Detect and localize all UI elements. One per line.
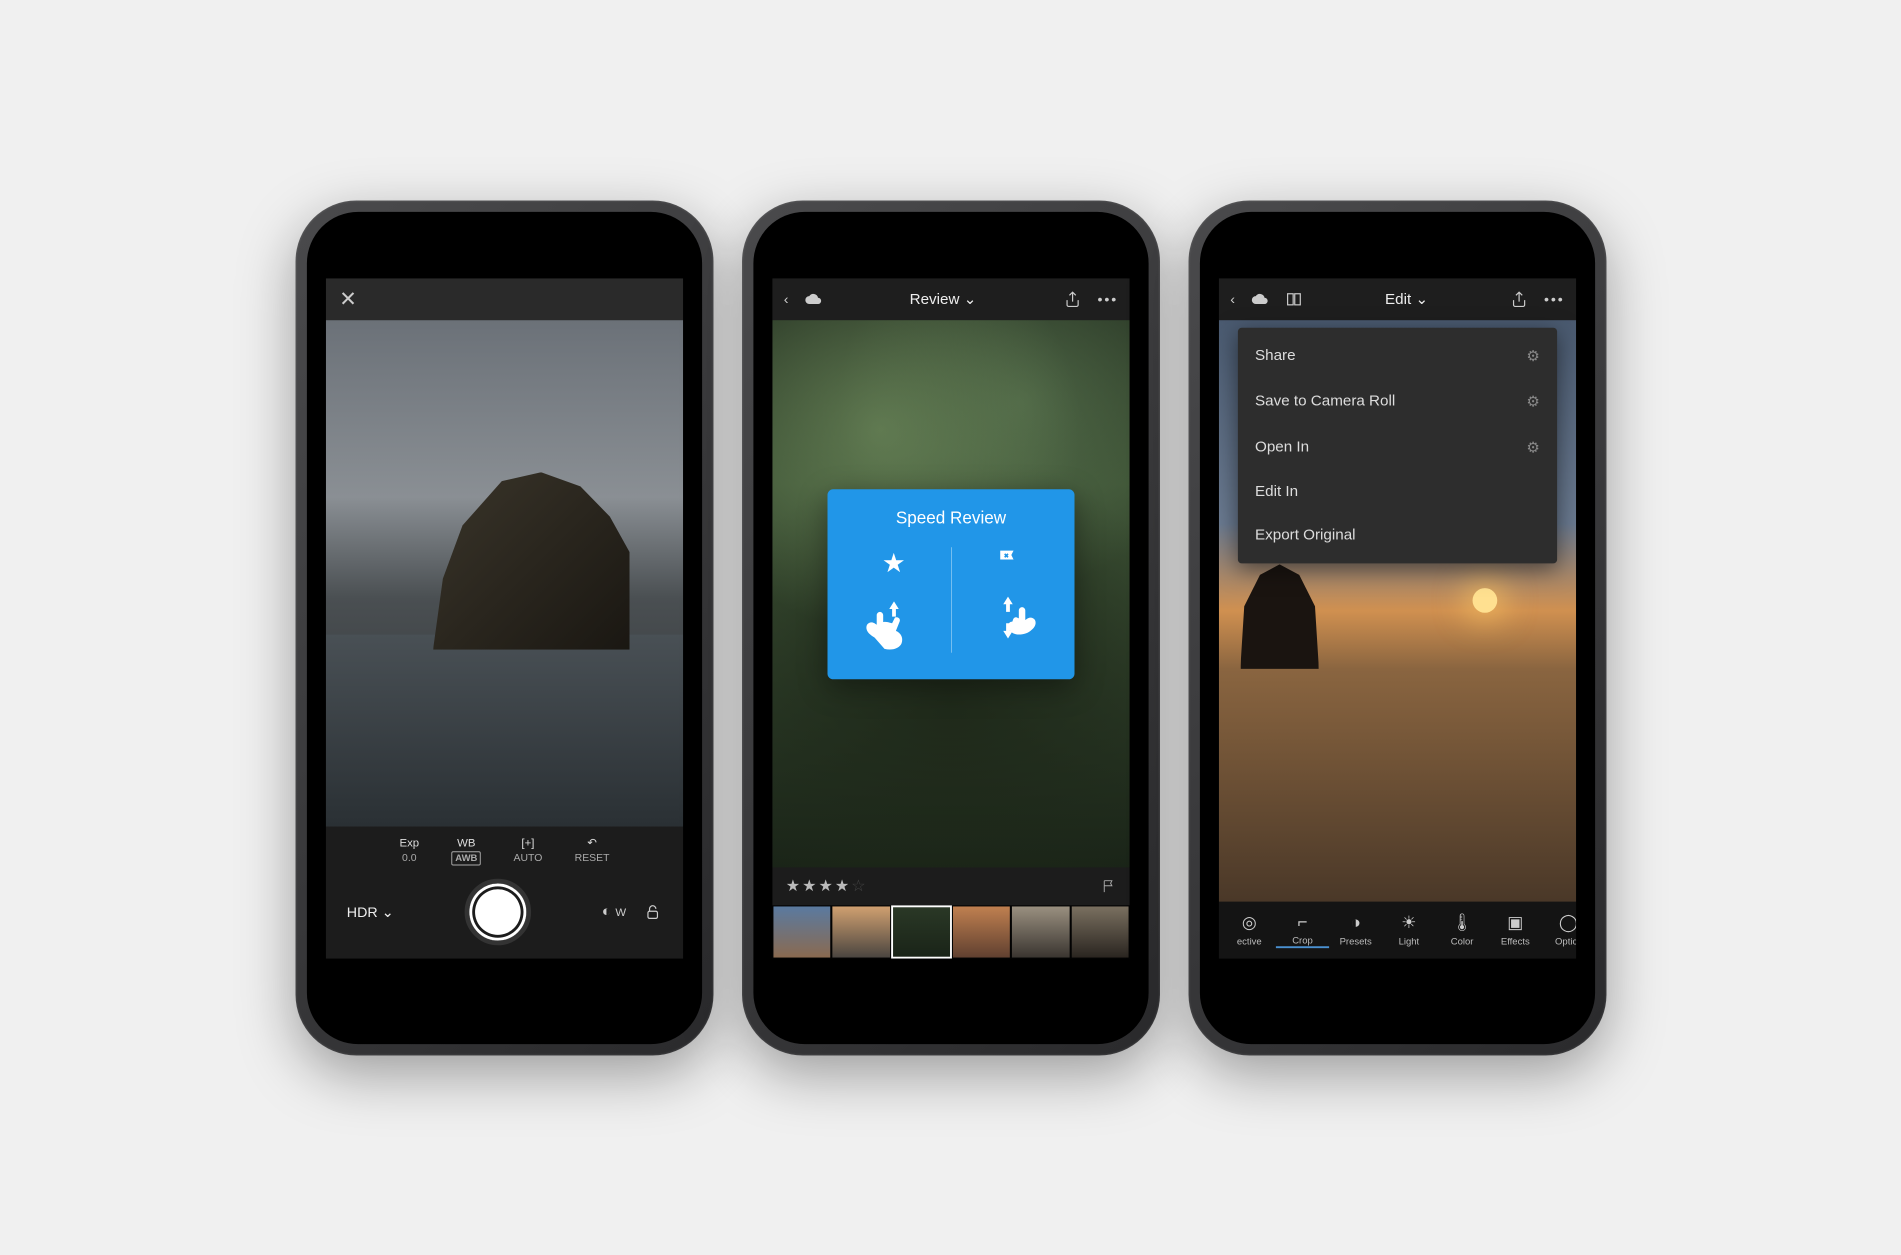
sheet-item-export[interactable]: Export Original (1237, 514, 1556, 558)
compare-icon[interactable] (1284, 289, 1303, 308)
thumbnail[interactable] (772, 905, 831, 958)
tool-crop[interactable]: ⌐ Crop (1275, 912, 1328, 948)
sheet-item-editin[interactable]: Edit In (1237, 470, 1556, 514)
back-icon[interactable]: ‹ (783, 291, 788, 307)
share-icon[interactable] (1509, 289, 1528, 308)
swipe-gesture-icon (863, 591, 924, 652)
lock-icon[interactable] (643, 902, 662, 921)
whitebalance-control[interactable]: WB AWB (451, 836, 481, 865)
review-photo[interactable]: Speed Review ★ (772, 320, 1129, 867)
flag-icon (994, 547, 1021, 574)
back-icon[interactable]: ‹ (1230, 291, 1235, 307)
overlay-title: Speed Review (844, 508, 1057, 528)
tool-color[interactable]: 🌡 Color (1435, 913, 1488, 947)
lens-icon: ◯ (1541, 913, 1575, 933)
sun-icon: ☀ (1382, 913, 1435, 933)
phone-camera: ✕ Exp 0.0 WB AWB [+] (295, 200, 713, 1055)
nav-title[interactable]: Edit ⌄ (1385, 289, 1428, 308)
camera-topbar: ✕ (325, 278, 682, 320)
edit-tools: ◎ ective ⌐ Crop ◑ Presets ☀ Light 🌡 C (1218, 901, 1575, 958)
thumbnail[interactable] (951, 905, 1010, 958)
edit-photo[interactable]: Share ⚙ Save to Camera Roll ⚙ Open In ⚙ … (1218, 320, 1575, 901)
effects-icon: ▣ (1488, 913, 1541, 933)
thumbnail[interactable] (1070, 905, 1129, 958)
reset-control[interactable]: ↶ RESET (574, 836, 609, 865)
more-icon[interactable]: ••• (1544, 291, 1565, 307)
presets-icon: ◑ (1329, 913, 1382, 933)
sheet-item-save[interactable]: Save to Camera Roll ⚙ (1237, 379, 1556, 425)
tool-effects[interactable]: ▣ Effects (1488, 913, 1541, 947)
share-sheet: Share ⚙ Save to Camera Roll ⚙ Open In ⚙ … (1237, 327, 1556, 563)
chevron-down-icon: ⌄ (963, 291, 976, 307)
star-icon: ★ (881, 547, 905, 578)
cloud-icon[interactable] (803, 289, 822, 308)
crop-icon: ⌐ (1275, 912, 1328, 932)
tool-presets[interactable]: ◑ Presets (1329, 913, 1382, 947)
thumbnail-selected[interactable] (890, 905, 951, 958)
tool-light[interactable]: ☀ Light (1382, 913, 1435, 947)
shutter-button[interactable] (464, 878, 531, 945)
tool-optics[interactable]: ◯ Optics (1541, 913, 1575, 947)
sheet-item-share[interactable]: Share ⚙ (1237, 333, 1556, 379)
gear-icon[interactable]: ⚙ (1526, 392, 1540, 411)
share-icon[interactable] (1063, 289, 1082, 308)
pick-flag-icon[interactable] (1101, 878, 1116, 893)
thumbnail[interactable] (1011, 905, 1070, 958)
thumbnail-strip[interactable] (772, 905, 1129, 958)
exposure-control[interactable]: Exp 0.0 (399, 836, 419, 865)
thermometer-icon: 🌡 (1435, 913, 1488, 933)
phone-edit: ‹ Edit ⌄ ••• (1188, 200, 1606, 1055)
nav-title[interactable]: Review ⌄ (909, 289, 976, 308)
speed-review-overlay: Speed Review ★ (827, 489, 1074, 679)
halfmoon-icon[interactable]: ◐ W (601, 903, 625, 920)
undo-icon: ↶ (574, 836, 609, 851)
more-icon[interactable]: ••• (1097, 291, 1118, 307)
thumbnail[interactable] (831, 905, 890, 958)
phone-review: ‹ Review ⌄ ••• (742, 200, 1160, 1055)
rating-stars[interactable]: ★★★★☆ (785, 876, 865, 895)
camera-viewfinder[interactable] (325, 320, 682, 827)
gear-icon[interactable]: ⚙ (1526, 346, 1540, 365)
bracket-control[interactable]: [+] AUTO (513, 836, 542, 865)
chevron-down-icon: ⌄ (381, 904, 393, 920)
close-icon[interactable]: ✕ (339, 286, 357, 311)
hdr-toggle[interactable]: HDR ⌄ (346, 903, 393, 920)
sheet-item-openin[interactable]: Open In ⚙ (1237, 424, 1556, 470)
swipe-gesture-icon (977, 587, 1038, 648)
chevron-down-icon: ⌄ (1415, 291, 1428, 307)
cloud-icon[interactable] (1250, 289, 1269, 308)
tool-selective[interactable]: ◎ ective (1222, 913, 1275, 947)
gear-icon[interactable]: ⚙ (1526, 438, 1540, 457)
target-icon: ◎ (1222, 913, 1275, 933)
